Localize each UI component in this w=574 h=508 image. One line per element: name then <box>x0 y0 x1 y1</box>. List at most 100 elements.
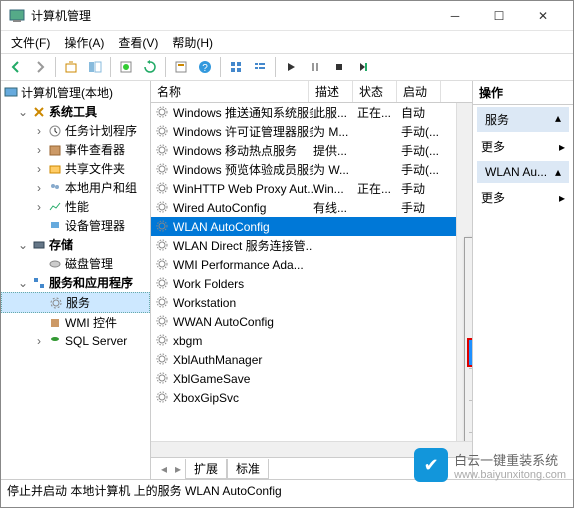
ctx-start[interactable]: 启动(S) <box>467 240 472 265</box>
menu-action[interactable]: 操作(A) <box>58 32 110 53</box>
menu-view[interactable]: 查看(V) <box>112 32 164 53</box>
help-button[interactable]: ? <box>194 56 216 78</box>
tree-wmi[interactable]: WMI 控件 <box>1 313 150 332</box>
ctx-stop[interactable]: 停止(O) <box>467 265 472 290</box>
gear-icon <box>155 181 171 197</box>
view-large-button[interactable] <box>225 56 247 78</box>
tree-event-viewer[interactable]: ›事件查看器 <box>1 140 150 159</box>
list-body[interactable]: Windows 推送通知系统服务此服...正在...自动Windows 许可证管… <box>151 103 472 441</box>
col-status[interactable]: 状态 <box>353 81 397 102</box>
table-row[interactable]: WinHTTP Web Proxy Aut...Win...正在...手动 <box>151 179 472 198</box>
table-row[interactable]: xbgm <box>151 331 472 350</box>
cell-startup: 手动(... <box>401 123 445 140</box>
ctx-pause: 暂停(U) <box>467 290 472 315</box>
tree-device-manager[interactable]: 设备管理器 <box>1 216 150 235</box>
device-icon <box>47 218 63 234</box>
tree-performance[interactable]: ›性能 <box>1 197 150 216</box>
watermark: ✔ 白云一键重装系统 www.baiyunxitong.com <box>414 448 566 482</box>
up-button[interactable] <box>60 56 82 78</box>
view-details-button[interactable] <box>249 56 271 78</box>
ctx-restart[interactable]: 重新启动(E) <box>467 338 472 367</box>
cell-name: WMI Performance Ada... <box>173 258 313 272</box>
tab-scroll-right[interactable]: ▸ <box>171 462 185 476</box>
start-service-button[interactable] <box>280 56 302 78</box>
gear-icon <box>155 105 171 121</box>
table-row[interactable]: Windows 移动热点服务提供...手动(... <box>151 141 472 160</box>
cell-name: XblAuthManager <box>173 353 313 367</box>
back-button[interactable] <box>5 56 27 78</box>
table-row[interactable]: WMI Performance Ada... <box>151 255 472 274</box>
stop-service-button[interactable] <box>328 56 350 78</box>
col-name[interactable]: 名称 <box>151 81 309 102</box>
table-row[interactable]: WLAN AutoConfig <box>151 217 472 236</box>
maximize-button[interactable]: ☐ <box>477 1 521 31</box>
tab-extended[interactable]: 扩展 <box>185 459 227 479</box>
tree-local-users[interactable]: ›本地用户和组 <box>1 178 150 197</box>
show-hide-button[interactable] <box>84 56 106 78</box>
col-desc[interactable]: 描述 <box>309 81 353 102</box>
tree-sql-server[interactable]: ›SQL Server <box>1 332 150 350</box>
tree-storage[interactable]: ⌄存储 <box>1 235 150 254</box>
pause-service-button[interactable] <box>304 56 326 78</box>
cell-startup: 手动(... <box>401 142 445 159</box>
menu-file[interactable]: 文件(F) <box>5 32 56 53</box>
watermark-brand: 白云一键重装系统 <box>454 450 566 469</box>
cell-startup: 手动 <box>401 180 445 197</box>
col-startup[interactable]: 启动 <box>397 81 441 102</box>
properties-button[interactable] <box>170 56 192 78</box>
tree-services-apps[interactable]: ⌄服务和应用程序 <box>1 273 150 292</box>
close-button[interactable]: ✕ <box>521 1 565 31</box>
actions-group-wlan[interactable]: WLAN Au...▴ <box>477 161 569 183</box>
restart-service-button[interactable] <box>352 56 374 78</box>
menu-help[interactable]: 帮助(H) <box>166 32 219 53</box>
table-row[interactable]: Windows 推送通知系统服务此服...正在...自动 <box>151 103 472 122</box>
export-button[interactable] <box>115 56 137 78</box>
tree-task-scheduler[interactable]: ›任务计划程序 <box>1 121 150 140</box>
tree-system-tools[interactable]: ⌄系统工具 <box>1 102 150 121</box>
table-row[interactable]: XblAuthManager <box>151 350 472 369</box>
table-row[interactable]: Windows 许可证管理器服务为 M...手动(... <box>151 122 472 141</box>
table-row[interactable]: Wired AutoConfig有线...手动 <box>151 198 472 217</box>
forward-button[interactable] <box>29 56 51 78</box>
submenu-arrow-icon: ▸ <box>559 191 565 205</box>
tab-standard[interactable]: 标准 <box>227 459 269 479</box>
tree-root[interactable]: 计算机管理(本地) <box>1 83 150 102</box>
table-row[interactable]: Work Folders <box>151 274 472 293</box>
ctx-all-tasks[interactable]: 所有任务(K)▸ <box>467 372 472 397</box>
table-row[interactable]: Windows 预览体验成员服务为 W...手动(... <box>151 160 472 179</box>
cell-status: 正在... <box>357 104 401 121</box>
menubar: 文件(F) 操作(A) 查看(V) 帮助(H) <box>1 31 573 53</box>
gear-icon <box>155 371 171 387</box>
actions-more-2[interactable]: 更多▸ <box>473 185 573 210</box>
ctx-sep <box>469 400 472 401</box>
actions-more[interactable]: 更多▸ <box>473 134 573 159</box>
cell-name: Windows 移动热点服务 <box>173 142 313 159</box>
cell-name: WLAN Direct 服务连接管... <box>173 237 313 254</box>
cell-name: Wired AutoConfig <box>173 201 313 215</box>
cell-name: WinHTTP Web Proxy Aut... <box>173 182 313 196</box>
collapse-icon: ▴ <box>555 165 561 179</box>
table-row[interactable]: Workstation <box>151 293 472 312</box>
navigation-tree[interactable]: 计算机管理(本地) ⌄系统工具 ›任务计划程序 ›事件查看器 ›共享文件夹 ›本… <box>1 81 151 479</box>
table-row[interactable]: XblGameSave <box>151 369 472 388</box>
table-row[interactable]: WWAN AutoConfig <box>151 312 472 331</box>
sql-icon <box>47 333 63 349</box>
ctx-properties[interactable]: 属性(R) <box>467 436 472 441</box>
minimize-button[interactable]: ─ <box>433 1 477 31</box>
actions-group-services[interactable]: 服务▴ <box>477 107 569 132</box>
cell-desc: 为 M... <box>313 123 357 140</box>
tree-shared-folders[interactable]: ›共享文件夹 <box>1 159 150 178</box>
gear-icon <box>155 219 171 235</box>
ctx-refresh[interactable]: 刷新(F) <box>467 404 472 429</box>
table-row[interactable]: WLAN Direct 服务连接管... <box>151 236 472 255</box>
table-row[interactable]: XboxGipSvc <box>151 388 472 407</box>
tab-scroll-left[interactable]: ◂ <box>157 462 171 476</box>
ctx-resume: 恢复(M) <box>467 315 472 340</box>
gear-icon <box>155 295 171 311</box>
tree-services[interactable]: 服务 <box>1 292 150 313</box>
svg-text:?: ? <box>202 63 208 74</box>
tree-disk-management[interactable]: 磁盘管理 <box>1 254 150 273</box>
context-menu: 启动(S) 停止(O) 暂停(U) 恢复(M) 重新启动(E) 所有任务(K)▸… <box>464 237 472 441</box>
refresh-button[interactable] <box>139 56 161 78</box>
toolbar: ? <box>1 53 573 81</box>
